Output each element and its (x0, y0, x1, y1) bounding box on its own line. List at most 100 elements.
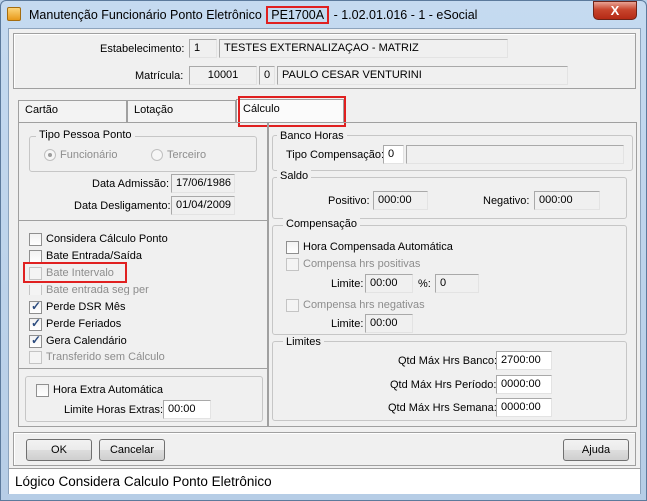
checkbox-icon (29, 249, 42, 263)
highlight-box-bate-intervalo (23, 262, 127, 283)
gera-calendario-checkbox[interactable]: Gera Calendário (29, 333, 127, 348)
considera-calculo-label: Considera Cálculo Ponto (46, 233, 168, 245)
dialog-client-area: Estabelecimento: 1 TESTES EXTERNALIZAÇAO… (8, 28, 641, 494)
compensa-percent-label: %: (418, 278, 431, 290)
checkbox-icon (29, 232, 42, 246)
cancel-button[interactable]: Cancelar (99, 439, 165, 461)
saldo-positivo-label: Positivo: (328, 195, 370, 207)
title-prefix: Manutenção Funcionário Ponto Eletrônico (29, 8, 262, 22)
limite-horas-extras-field[interactable]: 00:00 (163, 400, 211, 419)
checkbox-icon (29, 333, 42, 348)
data-admissao-label: Data Admissão: (92, 178, 170, 190)
checkbox-icon (286, 257, 299, 271)
checkbox-icon (29, 299, 42, 314)
matricula-digit-field[interactable]: 0 (259, 66, 275, 85)
title-program-code: PE1700A (266, 6, 330, 24)
qtd-semana-field[interactable]: 0000:00 (496, 398, 552, 417)
tab-cartao[interactable]: Cartão (18, 100, 127, 122)
data-admissao-field[interactable]: 17/06/1986 (171, 174, 235, 193)
checkbox-icon (36, 383, 49, 397)
transferido-label: Transferido sem Cálculo (46, 351, 165, 363)
limites-title: Limites (283, 336, 324, 348)
app-icon (7, 7, 21, 21)
qtd-semana-label: Qtd Máx Hrs Semana: (388, 402, 497, 414)
banco-horas-title: Banco Horas (277, 130, 347, 142)
matricula-code-field[interactable]: 10001 (189, 66, 257, 85)
saldo-negativo-field[interactable]: 000:00 (534, 191, 600, 210)
perde-feriados-label: Perde Feriados (46, 318, 122, 330)
left-panel: Tipo Pessoa Ponto Funcionário Terceiro D… (18, 122, 268, 427)
tipo-pessoa-title: Tipo Pessoa Ponto (36, 129, 135, 141)
status-bar: Lógico Considera Calculo Ponto Eletrônic… (9, 468, 640, 494)
tipo-compensacao-desc-field (406, 145, 624, 164)
compensa-positivas-label: Compensa hrs positivas (303, 258, 421, 270)
checkbox-icon (286, 240, 299, 254)
estabelecimento-name-field[interactable]: TESTES EXTERNALIZAÇAO - MATRIZ (219, 39, 508, 58)
compensa-limite-field[interactable]: 00:00 (365, 274, 413, 293)
hora-compensada-label: Hora Compensada Automática (303, 241, 453, 253)
perde-dsr-checkbox[interactable]: Perde DSR Mês (29, 299, 126, 314)
bate-entrada-seg-checkbox[interactable]: Bate entrada seg per (29, 285, 149, 295)
close-icon: X (610, 3, 620, 18)
compensa-limite-label: Limite: (331, 278, 364, 290)
hora-compensada-checkbox[interactable]: Hora Compensada Automática (286, 240, 453, 254)
limite-horas-extras-label: Limite Horas Extras: (64, 404, 164, 416)
saldo-title: Saldo (277, 170, 312, 182)
estabelecimento-label: Estabelecimento: (100, 43, 185, 55)
ok-button[interactable]: OK (26, 439, 92, 461)
help-button[interactable]: Ajuda (563, 439, 629, 461)
header-group: Estabelecimento: 1 TESTES EXTERNALIZAÇAO… (13, 33, 636, 89)
checkbox-icon (286, 298, 299, 312)
button-bar: OK Cancelar Ajuda (13, 432, 636, 466)
window-title: Manutenção Funcionário Ponto Eletrônico … (29, 6, 477, 24)
window-frame: Manutenção Funcionário Ponto Eletrônico … (0, 0, 647, 501)
radio-funcionario-label: Funcionário (60, 149, 118, 161)
radio-terceiro[interactable]: Terceiro (151, 148, 206, 162)
saldo-group: Saldo Positivo: 000:00 Negativo: 000:00 (272, 170, 627, 219)
bate-entrada-saida-checkbox[interactable]: Bate Entrada/Saída (29, 249, 142, 263)
radio-funcionario[interactable]: Funcionário (44, 148, 117, 162)
perde-dsr-label: Perde DSR Mês (46, 301, 126, 313)
transferido-checkbox[interactable]: Transferido sem Cálculo (29, 350, 165, 364)
compensa-limite2-field[interactable]: 00:00 (365, 314, 413, 333)
bate-entrada-saida-label: Bate Entrada/Saída (46, 250, 143, 262)
data-desligamento-field[interactable]: 01/04/2009 (171, 196, 235, 215)
data-desligamento-label: Data Desligamento: (74, 200, 171, 212)
saldo-negativo-label: Negativo: (483, 195, 530, 207)
checkbox-icon (29, 285, 42, 295)
qtd-periodo-field[interactable]: 0000:00 (496, 375, 552, 394)
tab-lotacao[interactable]: Lotação (127, 100, 236, 122)
tipo-pessoa-group: Tipo Pessoa Ponto Funcionário Terceiro (29, 129, 257, 172)
estabelecimento-code-field[interactable]: 1 (189, 39, 217, 58)
divider (19, 368, 267, 369)
qtd-banco-field[interactable]: 2700:00 (496, 351, 552, 370)
compensa-limite2-label: Limite: (331, 318, 364, 330)
checkbox-icon (29, 316, 42, 331)
hora-extra-checkbox[interactable]: Hora Extra Automática (36, 383, 163, 397)
radio-dot-icon (44, 149, 56, 161)
hora-extra-label: Hora Extra Automática (53, 384, 164, 396)
bate-entrada-seg-label: Bate entrada seg per (46, 285, 149, 295)
title-bar[interactable]: Manutenção Funcionário Ponto Eletrônico … (1, 1, 646, 27)
gera-calendario-label: Gera Calendário (46, 335, 127, 347)
compensacao-title: Compensação (283, 218, 360, 230)
checkbox-icon (29, 350, 42, 364)
compensa-negativas-checkbox[interactable]: Compensa hrs negativas (286, 298, 425, 312)
tab-label: Lotação (134, 104, 174, 116)
compensa-percent-field[interactable]: 0 (435, 274, 479, 293)
close-button[interactable]: X (593, 1, 637, 20)
title-suffix: - 1.02.01.016 - 1 - eSocial (333, 8, 478, 22)
compensa-positivas-checkbox[interactable]: Compensa hrs positivas (286, 257, 420, 271)
tipo-compensacao-label: Tipo Compensação: (286, 149, 385, 161)
compensa-negativas-label: Compensa hrs negativas (303, 299, 425, 311)
tab-label: Cartão (25, 104, 59, 116)
considera-calculo-checkbox[interactable]: Considera Cálculo Ponto (29, 232, 168, 246)
saldo-positivo-field[interactable]: 000:00 (373, 191, 428, 210)
matricula-name-field[interactable]: PAULO CESAR VENTURINI (277, 66, 568, 85)
perde-feriados-checkbox[interactable]: Perde Feriados (29, 316, 122, 331)
radio-terceiro-label: Terceiro (167, 149, 207, 161)
tipo-compensacao-field[interactable]: 0 (383, 145, 404, 164)
radio-dot-icon (151, 149, 163, 161)
right-panel: Banco Horas Tipo Compensação: 0 Saldo Po… (268, 122, 637, 427)
hora-extra-group: Hora Extra Automática Limite Horas Extra… (25, 376, 263, 422)
